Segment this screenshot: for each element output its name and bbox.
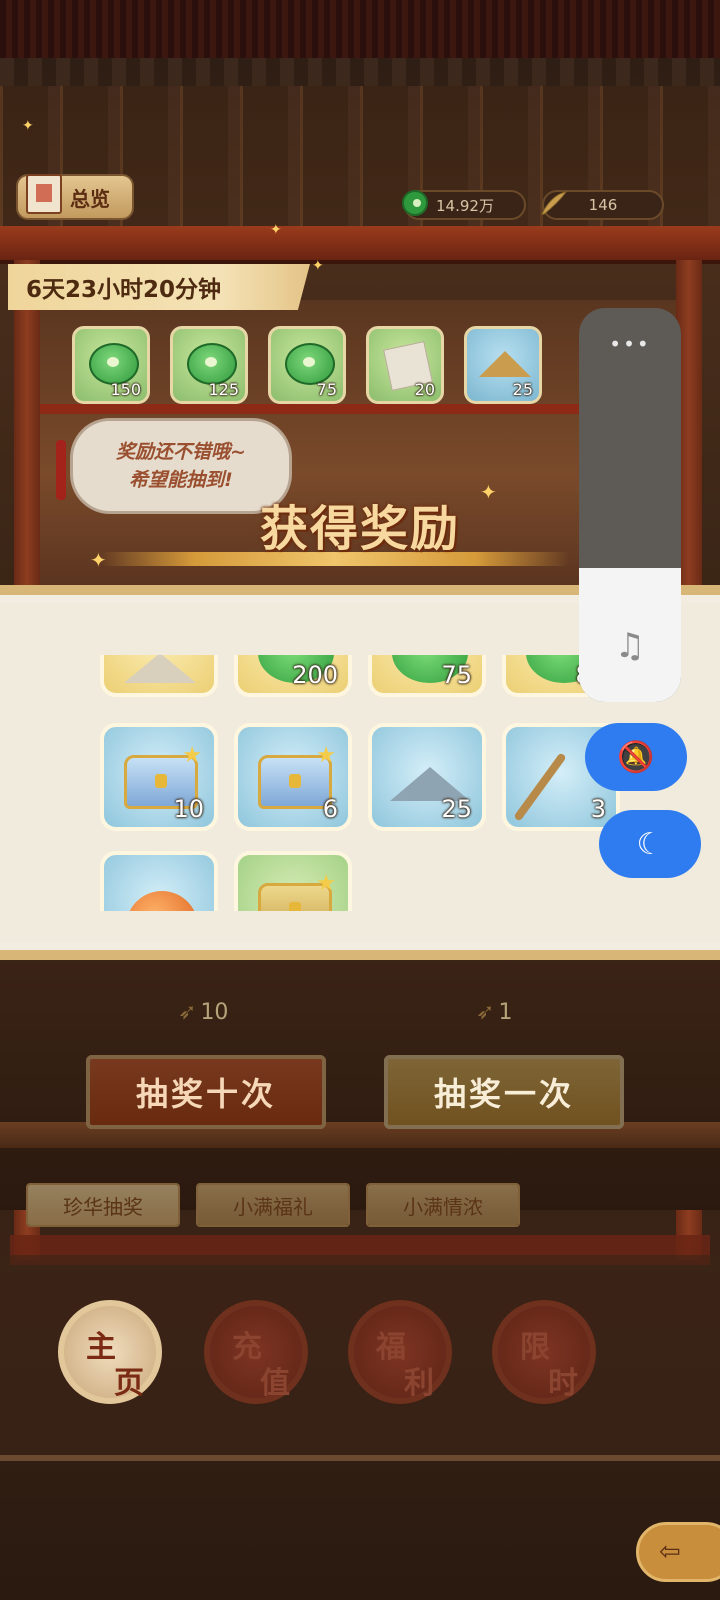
reward-item[interactable]: ★ 6: [234, 723, 352, 831]
reward-item[interactable]: [100, 851, 218, 911]
sparkle-icon: ✦: [270, 222, 282, 238]
preview-item[interactable]: 25: [464, 326, 542, 404]
bubble-line: 奖励还不错哦~: [116, 441, 246, 463]
jade-coin-icon: [187, 343, 237, 385]
preview-item[interactable]: 125: [170, 326, 248, 404]
feather-icon: [541, 191, 568, 215]
countdown-timer: 6天23小时20分钟: [8, 264, 310, 310]
tab-xiaoman-affection[interactable]: 小满情浓: [366, 1183, 520, 1227]
mute-toggle-button[interactable]: 🔕: [585, 723, 687, 791]
ten-draw-price-value: 10: [200, 1000, 229, 1025]
draw-one-button[interactable]: 抽奖一次: [384, 1055, 624, 1129]
preview-item[interactable]: 150: [72, 326, 150, 404]
back-arrow-icon: ⇦: [659, 1537, 681, 1567]
reward-title: 获得奖励: [259, 501, 460, 557]
preview-count: 75: [316, 380, 337, 399]
music-note-icon: ♫: [614, 626, 646, 666]
preview-count: 150: [110, 380, 141, 399]
reward-count: 25: [441, 795, 472, 823]
bubble-line: 希望能抽到!: [129, 469, 233, 491]
tassel-decoration: [56, 440, 66, 500]
preview-item[interactable]: 75: [268, 326, 346, 404]
coin-amount: 14.92万: [436, 196, 494, 215]
nav-char: 利: [404, 1366, 434, 1401]
nav-char: 福: [376, 1330, 406, 1365]
star-icon: ★: [316, 743, 336, 768]
overview-button[interactable]: 总览: [16, 174, 134, 220]
bottom-rail: [0, 1455, 720, 1461]
draw-ten-label: 抽奖十次: [135, 1075, 276, 1113]
nav-char: 值: [260, 1366, 290, 1401]
fret-border: [0, 58, 720, 86]
nav-recharge[interactable]: 充 值: [204, 1300, 308, 1404]
back-button[interactable]: ⇦: [636, 1522, 720, 1582]
feather-icon: ➶: [178, 1000, 197, 1025]
nav-welfare[interactable]: 福 利: [348, 1300, 452, 1404]
overview-label: 总览: [70, 186, 110, 211]
reward-grid[interactable]: 200 75 80 ★ 10 ★ 6 25: [92, 655, 632, 911]
tab-zhenhua-draw[interactable]: 珍华抽奖: [26, 1183, 180, 1227]
orange-orb-icon: [126, 891, 198, 911]
nav-limited[interactable]: 限 时: [492, 1300, 596, 1404]
nav-home[interactable]: 主 页: [58, 1300, 162, 1404]
reward-count: 10: [173, 795, 204, 823]
tent-icon: [124, 655, 196, 683]
reward-item[interactable]: 75: [368, 655, 486, 697]
jade-coin-icon: [402, 190, 428, 216]
reward-count: 75: [441, 661, 472, 689]
star-icon: ★: [316, 871, 336, 896]
brush-icon: [513, 752, 567, 822]
feather-amount: 146: [588, 196, 618, 214]
sparkle-icon: ✦: [22, 118, 34, 134]
reward-item[interactable]: 25: [368, 723, 486, 831]
jade-coin-icon: [285, 343, 335, 385]
draw-ten-button[interactable]: 抽奖十次: [86, 1055, 326, 1129]
reward-count: 3: [590, 795, 606, 823]
reward-count: 200: [292, 661, 338, 689]
stall-roof: [0, 226, 720, 264]
ten-draw-price: ➶ 10: [178, 1000, 228, 1025]
preview-item[interactable]: 20: [366, 326, 444, 404]
sand-pile-icon: [479, 351, 531, 377]
one-draw-price: ➶ 1: [476, 1000, 512, 1025]
coin-balance[interactable]: 14.92万: [402, 190, 526, 220]
reward-count: 6: [322, 795, 338, 823]
tab-label: 小满情浓: [403, 1194, 483, 1219]
reward-item[interactable]: 200: [234, 655, 352, 697]
sparkle-icon: ✦: [312, 258, 324, 274]
preview-count: 25: [512, 380, 533, 399]
reward-item[interactable]: ★ 10: [100, 723, 218, 831]
nav-char: 主: [86, 1330, 116, 1365]
nav-char: 充: [232, 1330, 262, 1365]
book-icon: [26, 174, 62, 214]
feather-icon: ➶: [476, 1000, 495, 1025]
bell-off-icon: 🔕: [617, 739, 655, 775]
star-icon: ★: [182, 743, 202, 768]
nav-char: 时: [548, 1366, 578, 1401]
tab-xiaoman-gift[interactable]: 小满福礼: [196, 1183, 350, 1227]
nav-char: 限: [520, 1330, 550, 1365]
nav-char: 页: [114, 1366, 144, 1401]
do-not-disturb-button[interactable]: ☾: [599, 810, 701, 878]
more-options-icon[interactable]: •••: [579, 332, 681, 356]
reward-item[interactable]: [100, 655, 218, 697]
one-draw-price-value: 1: [498, 1000, 513, 1025]
tab-label: 珍华抽奖: [63, 1194, 143, 1219]
feather-balance[interactable]: 146: [541, 190, 664, 220]
moon-icon: ☾: [636, 826, 664, 862]
reward-item[interactable]: ★: [234, 851, 352, 911]
preview-count: 20: [414, 380, 435, 399]
preview-count: 125: [208, 380, 239, 399]
top-banner-strip: [0, 0, 720, 58]
tab-label: 小满福礼: [233, 1194, 313, 1219]
volume-slider[interactable]: ••• ♫: [579, 308, 681, 702]
draw-one-label: 抽奖一次: [433, 1075, 574, 1113]
jade-coin-icon: [89, 343, 139, 385]
